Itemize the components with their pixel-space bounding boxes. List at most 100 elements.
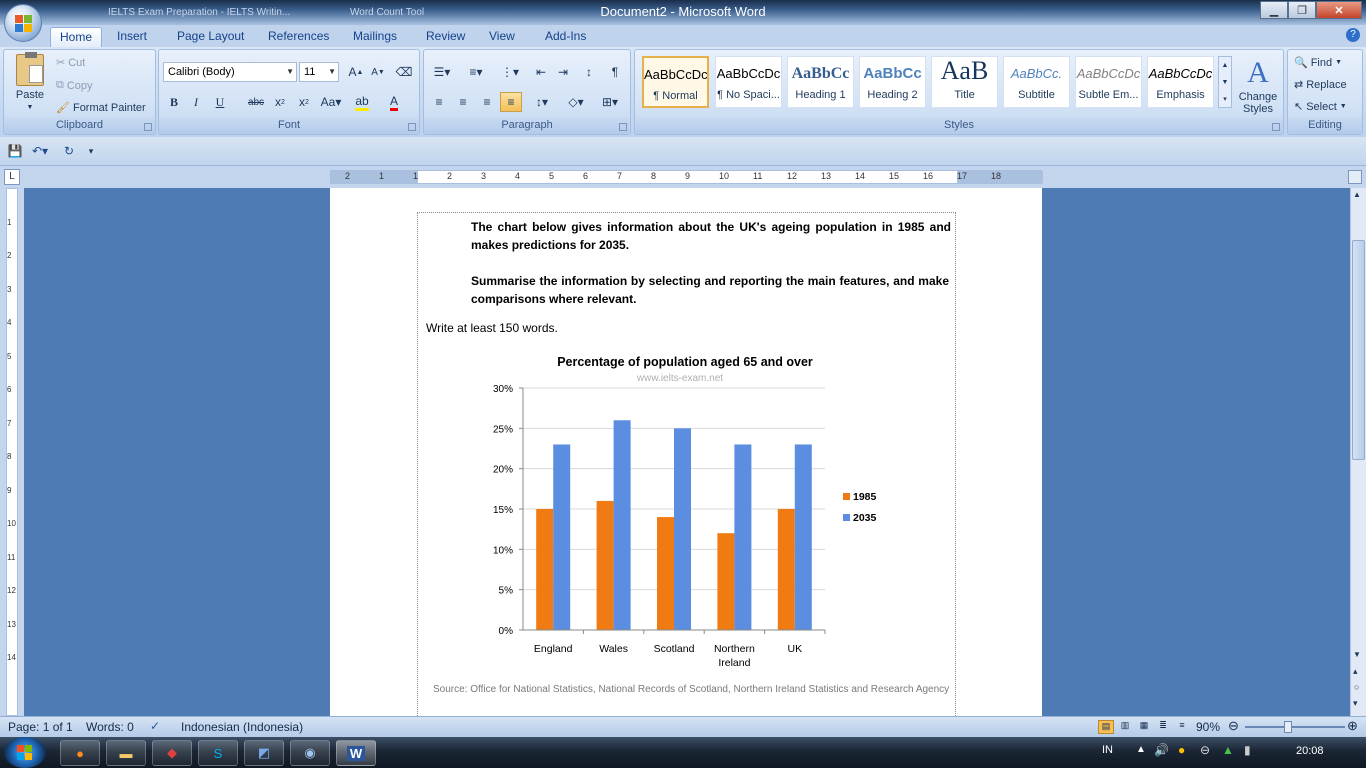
style-subtitle[interactable]: AaBbCc. Subtitle (1003, 56, 1070, 108)
style-heading-2[interactable]: AaBbCc Heading 2 (859, 56, 926, 108)
cut-button[interactable]: ✂ Cut (56, 56, 85, 70)
borders-icon[interactable]: ⊞▾ (596, 92, 624, 112)
tab-references[interactable]: References (259, 27, 338, 47)
tray-status-icon[interactable]: ⊖ (1200, 743, 1210, 757)
browser-icon[interactable]: ◉ (290, 740, 330, 766)
sort-icon[interactable]: ↕ (578, 62, 600, 82)
align-center-icon[interactable]: ≡ (452, 92, 474, 112)
tab-insert[interactable]: Insert (108, 27, 156, 47)
show-hide-icon[interactable]: ¶ (604, 62, 626, 82)
font-size-combo[interactable]: 11 ▼ (299, 62, 339, 82)
repeat-icon[interactable]: ↻ (58, 141, 80, 161)
word-taskbar-icon[interactable]: W (336, 740, 376, 766)
copy-button[interactable]: ⧉ Copy (56, 79, 93, 92)
italic-button[interactable]: I (185, 92, 207, 112)
proofing-icon[interactable]: ✓ (150, 719, 160, 733)
style-heading-1[interactable]: AaBbCc Heading 1 (787, 56, 854, 108)
network-icon[interactable]: ▮ (1244, 743, 1251, 757)
select-button[interactable]: ↖ Select ▼ (1294, 100, 1347, 114)
shrink-font-button[interactable]: A ▼ (367, 62, 389, 82)
scrollbar-thumb[interactable] (1352, 240, 1365, 460)
vertical-scrollbar[interactable]: ▲ ▼ ▴ ○ ▾ (1350, 188, 1366, 716)
change-case-button[interactable]: Aa▾ (317, 92, 345, 112)
draft-icon[interactable]: ≡ (1174, 720, 1190, 734)
ruler-strip[interactable]: 2 1 1 2 3 4 5 6 7 8 9 10 11 12 13 14 15 16 17 18 (330, 170, 1043, 184)
font-dialog-launcher[interactable] (408, 123, 416, 131)
document-page[interactable]: The chart below gives information about … (330, 188, 1042, 716)
strikethrough-button[interactable]: abc (245, 92, 267, 112)
app-icon[interactable]: ◆ (152, 740, 192, 766)
scroll-up-icon[interactable]: ▲ (1353, 190, 1361, 199)
scroll-down-icon[interactable]: ▼ (1353, 650, 1361, 659)
tray-app-icon[interactable]: ● (1178, 743, 1185, 757)
underline-button[interactable]: U (209, 92, 231, 112)
close-button[interactable]: ✕ (1316, 1, 1362, 19)
firefox-icon[interactable]: ● (60, 740, 100, 766)
input-language[interactable]: IN (1102, 744, 1113, 756)
paragraph-dialog-launcher[interactable] (619, 123, 627, 131)
tab-selector[interactable]: L (4, 169, 20, 185)
clipboard-dialog-launcher[interactable] (144, 123, 152, 131)
customize-toolbar-icon[interactable]: ▾ (80, 141, 102, 161)
clock[interactable]: 20:08 (1296, 745, 1324, 757)
decrease-indent-icon[interactable]: ⇤ (530, 62, 552, 82)
align-left-icon[interactable]: ≡ (428, 92, 450, 112)
skype-icon[interactable]: S (198, 740, 238, 766)
office-button[interactable] (4, 4, 42, 42)
language-indicator[interactable]: Indonesian (Indonesia) (181, 720, 303, 734)
shading-icon[interactable]: ◇▾ (562, 92, 590, 112)
select-browse-object-icon[interactable]: ○ (1354, 682, 1359, 692)
numbering-icon[interactable]: ≡▾ (462, 62, 490, 82)
full-screen-reading-icon[interactable]: ▥ (1117, 720, 1133, 734)
previous-page-icon[interactable]: ▴ (1353, 666, 1358, 677)
grow-font-button[interactable]: A ▲ (345, 62, 367, 82)
style-subtle-emphasis[interactable]: AaBbCcDc Subtle Em... (1075, 56, 1142, 108)
replace-button[interactable]: ⇄ Replace (1294, 78, 1347, 92)
zoom-slider-thumb[interactable] (1284, 721, 1292, 733)
styles-dialog-launcher[interactable] (1272, 123, 1280, 131)
highlight-icon[interactable]: ab (351, 92, 373, 112)
line-spacing-icon[interactable]: ↕▾ (528, 92, 556, 112)
tab-view[interactable]: View (480, 27, 524, 47)
task-paragraph-1[interactable]: The chart below gives information about … (471, 218, 951, 254)
zoom-out-icon[interactable]: ⊖ (1228, 718, 1239, 734)
task-paragraph-2[interactable]: Summarise the information by selecting a… (471, 272, 949, 308)
font-name-combo[interactable]: Calibri (Body) ▼ (163, 62, 297, 82)
tab-add-ins[interactable]: Add-Ins (536, 27, 595, 47)
clear-formatting-button[interactable]: ⌫ (393, 62, 415, 82)
zoom-level[interactable]: 90% (1196, 720, 1220, 734)
change-styles-button[interactable]: A Change Styles (1235, 58, 1281, 116)
volume-icon[interactable]: 🔊 (1154, 743, 1169, 757)
increase-indent-icon[interactable]: ⇥ (552, 62, 574, 82)
format-painter-button[interactable]: 🖌 Format Painter (56, 101, 146, 115)
tab-review[interactable]: Review (417, 27, 474, 47)
style-normal[interactable]: AaBbCcDc ¶ Normal (642, 56, 709, 108)
bold-button[interactable]: B (163, 92, 185, 112)
multilevel-list-icon[interactable]: ⋮▾ (496, 62, 524, 82)
style-emphasis[interactable]: AaBbCcDc Emphasis (1147, 56, 1214, 108)
undo-icon[interactable]: ↶▾ (26, 141, 54, 161)
page-count[interactable]: Page: 1 of 1 (8, 720, 73, 734)
tray-triangle-icon[interactable]: ▲ (1222, 743, 1234, 757)
next-page-icon[interactable]: ▾ (1353, 698, 1358, 709)
font-color-icon[interactable]: A (383, 92, 405, 112)
restore-button[interactable]: ❐ (1288, 1, 1316, 19)
minimize-button[interactable]: ▁ (1260, 1, 1288, 19)
tab-mailings[interactable]: Mailings (344, 27, 406, 47)
explorer-folder-icon[interactable]: ▬ (106, 740, 146, 766)
help-icon[interactable]: ? (1346, 28, 1360, 42)
style-no-spacing[interactable]: AaBbCcDc ¶ No Spaci... (715, 56, 782, 108)
style-title[interactable]: AaB Title (931, 56, 998, 108)
align-right-icon[interactable]: ≡ (476, 92, 498, 112)
tab-page-layout[interactable]: Page Layout (168, 27, 253, 47)
show-hidden-icons[interactable]: ▲ (1136, 744, 1146, 755)
flag-app-icon[interactable]: ◩ (244, 740, 284, 766)
zoom-slider[interactable] (1245, 726, 1345, 728)
print-layout-icon[interactable]: ▤ (1098, 720, 1114, 734)
word-count[interactable]: Words: 0 (86, 720, 134, 734)
web-layout-icon[interactable]: ▦ (1136, 720, 1152, 734)
start-button[interactable] (4, 737, 46, 768)
outline-icon[interactable]: ≣ (1155, 720, 1171, 734)
bullets-icon[interactable]: ☰▾ (428, 62, 456, 82)
tab-home[interactable]: Home (50, 27, 103, 47)
